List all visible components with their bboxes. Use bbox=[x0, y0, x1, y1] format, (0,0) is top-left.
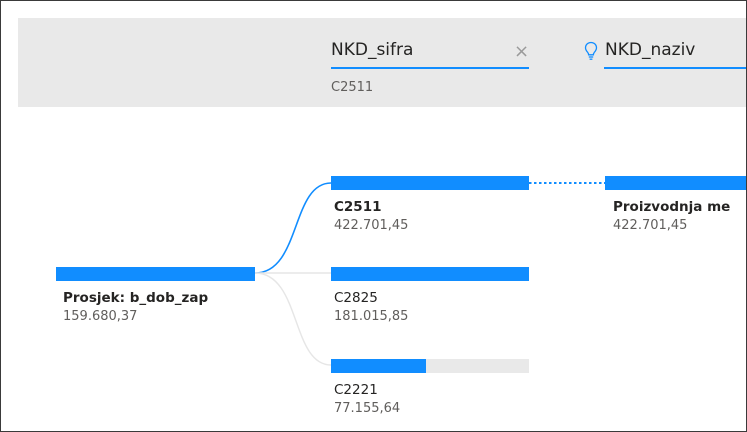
node-bar-fill bbox=[331, 267, 529, 281]
node-value: 422.701,45 bbox=[613, 218, 688, 233]
node-value: 422.701,45 bbox=[334, 218, 409, 233]
node-bar-fill bbox=[331, 176, 529, 190]
node-bar bbox=[56, 267, 255, 281]
node-bar bbox=[331, 267, 529, 281]
node-label: C2221 bbox=[334, 382, 378, 398]
decomposition-tree-visual: NKD_sifra × C2511 NKD_naziv Prosjek: b_d… bbox=[0, 0, 747, 432]
node-label: Proizvodnja me bbox=[613, 199, 731, 215]
node-bar-fill bbox=[56, 267, 255, 281]
node-bar-fill bbox=[605, 176, 746, 190]
node-label: C2825 bbox=[334, 290, 378, 306]
node-label: Prosjek: b_dob_zap bbox=[63, 290, 209, 306]
node-bar bbox=[605, 176, 746, 190]
node-value: 181.015,85 bbox=[334, 309, 409, 324]
node-value: 77.155,64 bbox=[334, 401, 401, 416]
connector-root-c2221 bbox=[254, 272, 332, 366]
node-bar bbox=[331, 359, 529, 373]
node-value: 159.680,37 bbox=[63, 309, 138, 324]
node-bar bbox=[331, 176, 529, 190]
connector-root-c2511 bbox=[254, 182, 332, 274]
node-label: C2511 bbox=[334, 199, 382, 215]
node-bar-fill bbox=[331, 359, 427, 373]
